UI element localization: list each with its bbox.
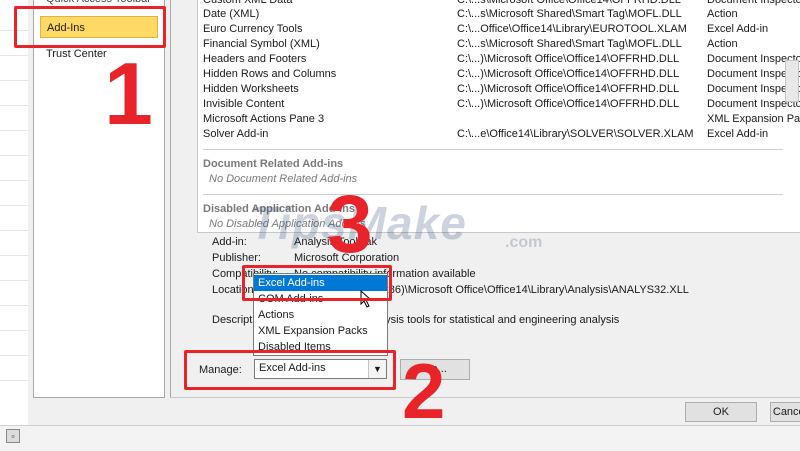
callout-number-step-1: 1 — [104, 44, 153, 143]
callout-box-step-2 — [184, 350, 396, 390]
cancel-button[interactable]: Cancel — [770, 402, 800, 422]
callout-box-step-3 — [242, 265, 392, 301]
ok-button[interactable]: OK — [685, 402, 757, 422]
dropdown-option-actions[interactable]: Actions — [254, 307, 387, 323]
section-divider — [203, 149, 783, 150]
callout-number-step-3: 3 — [327, 179, 373, 270]
section-divider — [203, 194, 783, 195]
status-bar — [0, 425, 800, 451]
section-heading-document-related: Document Related Add-ins — [203, 158, 344, 170]
callout-number-step-2: 2 — [402, 347, 446, 435]
watermark-suffix: .com — [505, 234, 543, 251]
worksheet-strip — [0, 0, 29, 425]
callout-box-step-1 — [14, 6, 166, 48]
dropdown-option-xml-expansion-packs[interactable]: XML Expansion Packs — [254, 323, 387, 339]
detail-label-add-in: Add-in: — [212, 236, 247, 248]
list-scrollbar-thumb[interactable] — [785, 60, 799, 102]
macro-record-icon[interactable]: ▫ — [6, 429, 20, 443]
